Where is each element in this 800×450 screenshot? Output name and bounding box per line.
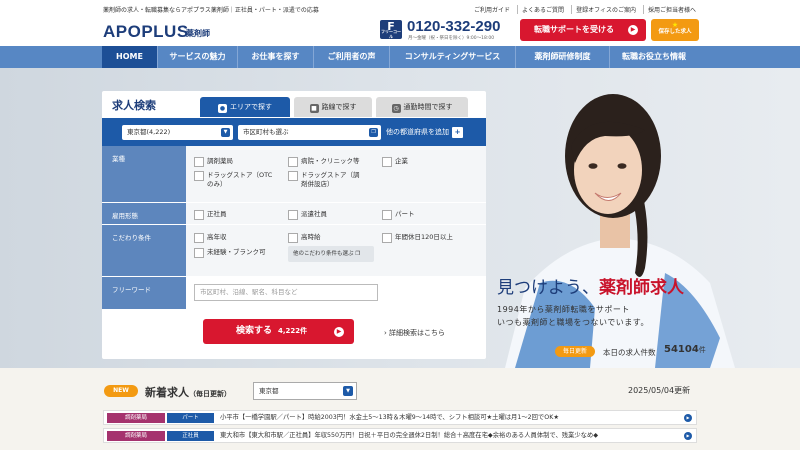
employment-tag: パート [167, 413, 214, 423]
hero-line-1: 1994年から薬剤師転職をサポート [497, 305, 630, 314]
clock-icon: ◷ [391, 104, 401, 113]
advanced-search-link[interactable]: › 詳細検索はこちら [384, 328, 445, 338]
nav-item-find-jobs[interactable]: お仕事を探す [238, 46, 314, 68]
phone-contact: F フリーコール 0120-332-290 月〜金曜（祝・祭日を除く）9:00〜1… [380, 18, 508, 43]
plus-icon: + [452, 127, 463, 138]
job-summary: 東大和市【東大和市駅／正社員】年収550万円！日祝＋平日の完全週休2日制！総合＋… [220, 432, 599, 439]
filter-free-word-label: フリーワード [102, 277, 186, 309]
window-icon: ❐ [355, 251, 361, 257]
site-logo[interactable]: APOPLUS [103, 22, 189, 42]
nav-item-training[interactable]: 薬剤師研修制度 [516, 46, 610, 68]
phone-number: 0120-332-290 [407, 18, 501, 35]
star-icon: ★ [671, 21, 679, 29]
career-support-label: 転職サポートを受ける [534, 25, 614, 34]
job-search-panel: 求人検索 ● エリアで探す ■ 路線で探す ◷ 通勤時間で探す 東京都(4,222) ▼… [102, 91, 486, 359]
nav-item-service[interactable]: サービスの魅力 [158, 46, 238, 68]
filter-employment-label: 雇用形態 [102, 203, 186, 224]
map-pin-icon: ● [218, 104, 227, 113]
tab-area[interactable]: ● エリアで探す [200, 97, 290, 117]
saved-jobs-button[interactable]: ★ 保存した求人 [651, 19, 699, 41]
arrow-right-icon: ▶ [628, 25, 638, 35]
arrow-right-icon: ▶ [334, 327, 344, 337]
search-button-label: 検索する [236, 326, 273, 336]
job-summary: 小平市【一橋学園駅／パート】時給2003円！水金土5〜13時＆木曜9〜14時で、… [220, 414, 559, 421]
hero-line-2: いつも薬剤師と職場をつないでいます。 [497, 318, 649, 327]
checkbox-pharmacy[interactable]: 調剤薬局 [194, 157, 233, 167]
city-select[interactable]: 市区町村も選ぶ ❐ [238, 125, 381, 140]
train-icon: ■ [309, 104, 319, 113]
arrow-right-icon: ▶ [684, 414, 692, 422]
employment-tag: 正社員 [167, 431, 214, 441]
filter-employment: 雇用形態 正社員 派遣社員 パート [102, 203, 486, 225]
checkbox-inexperienced-ok[interactable]: 未経験・ブランク可 [194, 248, 266, 258]
new-jobs-section: NEW 新着求人（毎日更新） 東京都 ▼ 2025/05/04更新 調剤薬局 パー… [0, 368, 800, 450]
prefecture-select[interactable]: 東京都(4,222) ▼ [122, 125, 233, 140]
search-panel-title: 求人検索 [112, 99, 156, 112]
util-link-faq[interactable]: よくあるご質問 [517, 5, 568, 14]
checkbox-parttime[interactable]: パート [382, 210, 415, 220]
utility-links: ご利用ガイド よくあるご質問 登録オフィスのご案内 採用ご担当者様へ [470, 5, 700, 14]
util-link-offices[interactable]: 登録オフィスのご案内 [571, 5, 640, 14]
free-word-input[interactable]: 市区町村、沿線、駅名、科目など [194, 284, 378, 301]
job-count-label: 本日の求人件数 [603, 348, 656, 357]
filter-industry-label: 業種 [102, 146, 186, 202]
job-type-tag: 調剤薬局 [107, 413, 165, 423]
checkbox-fulltime[interactable]: 正社員 [194, 210, 227, 220]
filter-preferences-label: こだわり条件 [102, 225, 186, 276]
chevron-down-icon: ▼ [343, 386, 353, 396]
career-support-button[interactable]: 転職サポートを受ける ▶ [520, 19, 646, 41]
chevron-right-icon: › [384, 329, 387, 337]
daily-update-badge: 毎日更新 [555, 346, 595, 357]
checkbox-dispatch[interactable]: 派遣社員 [288, 210, 327, 220]
chevron-down-icon: ▼ [221, 128, 230, 137]
checkbox-high-hourly[interactable]: 高時給 [288, 233, 321, 243]
global-nav: HOME サービスの魅力 お仕事を探す ご利用者の声 コンサルティングサービス … [0, 46, 800, 68]
filter-free-word: フリーワード 市区町村、沿線、駅名、科目など [102, 277, 486, 309]
site-tagline: 薬剤師の求人・転職募集ならアポプラス薬剤師｜正社員・パート・派遣での応募 [103, 7, 319, 14]
job-count-value: 54104件 [664, 344, 706, 355]
new-jobs-prefecture-select[interactable]: 東京都 ▼ [253, 382, 357, 400]
site-header: 薬剤師の求人・転職募集ならアポプラス薬剤師｜正社員・パート・派遣での応募 APO… [0, 0, 800, 46]
logo-subtitle: 薬剤師 [186, 29, 210, 38]
job-list-item[interactable]: 調剤薬局 パート 小平市【一橋学園駅／パート】時給2003円！水金土5〜13時＆… [103, 410, 697, 425]
nav-item-consulting[interactable]: コンサルティングサービス [390, 46, 516, 68]
tab-train-line[interactable]: ■ 路線で探す [294, 97, 372, 117]
arrow-right-icon: ▶ [684, 432, 692, 440]
util-link-guide[interactable]: ご利用ガイド [470, 5, 514, 14]
job-type-tag: 調剤薬局 [107, 431, 165, 441]
phone-hours: 月〜金曜（祝・祭日を除く）9:00〜18:00 [408, 36, 495, 41]
window-icon: ❐ [369, 128, 378, 137]
tab-commute-time[interactable]: ◷ 通勤時間で探す [376, 97, 468, 117]
hero-title: 見つけよう、薬剤師求人 [497, 278, 684, 298]
nav-item-home[interactable]: HOME [102, 46, 158, 68]
new-jobs-updated-date: 2025/05/04更新 [628, 386, 691, 395]
checkbox-drugstore-otc[interactable]: ドラッグストア（OTCのみ） [194, 171, 274, 189]
job-list-item[interactable]: 調剤薬局 正社員 東大和市【東大和市駅／正社員】年収550万円！日祝＋平日の完全… [103, 428, 697, 443]
util-link-employers[interactable]: 採用ご担当者様へ [642, 5, 700, 14]
location-select-row: 東京都(4,222) ▼ 市区町村も選ぶ ❐ 他の都道府県を追加 + [102, 118, 486, 146]
nav-item-testimonials[interactable]: ご利用者の声 [314, 46, 390, 68]
new-badge: NEW [104, 385, 138, 397]
checkbox-hospital[interactable]: 病院・クリニック等 [288, 157, 360, 167]
search-button[interactable]: 検索する 4,222件 ▶ [203, 319, 354, 344]
new-jobs-title: 新着求人（毎日更新） [145, 386, 231, 399]
add-prefecture-button[interactable]: 他の都道府県を追加 + [386, 126, 463, 139]
filter-preferences: こだわり条件 高年収 高時給 年間休日120日以上 未経験・ブランク可 他のこだ… [102, 225, 486, 277]
checkbox-drugstore-dispensing[interactable]: ドラッグストア（調剤併設店） [288, 171, 364, 189]
checkbox-company[interactable]: 企業 [382, 157, 408, 167]
filter-industry: 業種 調剤薬局 病院・クリニック等 企業 ドラッグストア（OTCのみ） ドラッグ… [102, 146, 486, 203]
search-result-count: 4,222件 [278, 327, 308, 335]
more-conditions-button[interactable]: 他のこだわり条件も選ぶ ❐ [288, 246, 374, 262]
checkbox-120-holidays[interactable]: 年間休日120日以上 [382, 233, 453, 243]
freecall-icon: F フリーコール [380, 20, 402, 39]
checkbox-high-salary[interactable]: 高年収 [194, 233, 227, 243]
logo-text: APOPLUS [103, 22, 189, 41]
saved-jobs-label: 保存した求人 [658, 29, 692, 35]
nav-item-career-info[interactable]: 転職お役立ち情報 [610, 46, 698, 68]
